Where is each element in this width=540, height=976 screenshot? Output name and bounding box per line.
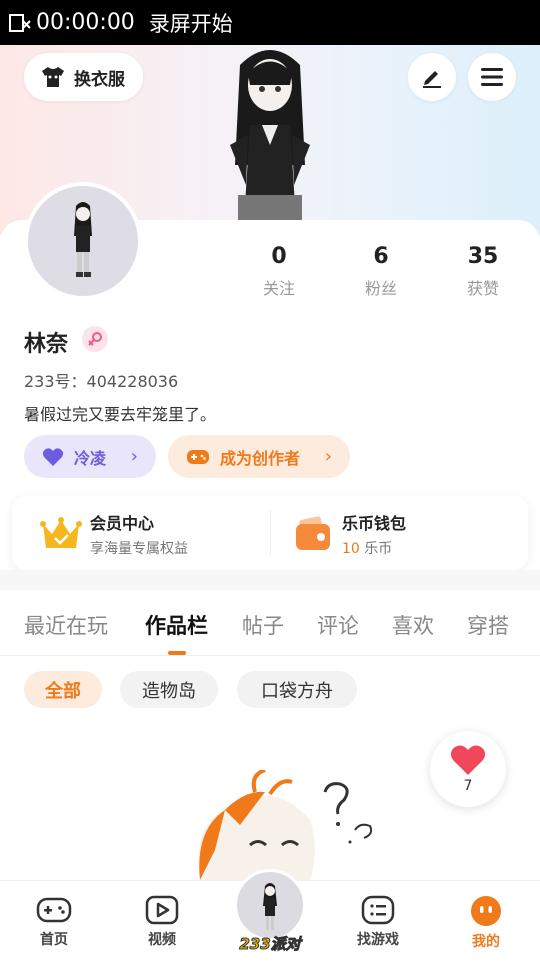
coin-wallet-title: 乐币钱包 [342,514,407,533]
chevron-right-icon: › [324,446,332,467]
smiley-profile-icon [471,896,501,926]
status-bar: 00:00:00 录屏开始 [0,0,540,45]
recording-label: 录屏开始 [148,11,233,36]
stat-likes[interactable]: 35 获赞 [443,244,523,299]
play-video-icon [145,895,179,925]
coin-wallet-entry[interactable]: 乐币钱包 10 乐币 [294,510,406,558]
tag-chip-label: 冷凌 [74,448,107,468]
section-gap [0,570,540,590]
tab-likes[interactable]: 喜欢 [392,610,434,640]
change-outfit-label: 换衣服 [74,69,125,90]
nav-video[interactable]: 视频 [122,895,202,949]
content-tabs: 最近在玩 作品栏 帖子 评论 喜欢 穿搭 [0,590,540,656]
tab-comments[interactable]: 评论 [317,610,359,640]
like-count: 7 [463,778,473,794]
nav-video-label: 视频 [148,932,176,948]
stat-fans-label: 粉丝 [364,279,397,298]
crown-icon [40,517,82,548]
stat-following-value: 0 [271,244,287,269]
nav-home[interactable]: 首页 [14,895,94,949]
nav-find-games[interactable]: 找游戏 [338,895,418,949]
vip-center-entry[interactable]: 会员中心 享海量专属权益 [40,510,188,558]
tab-recently-played[interactable]: 最近在玩 [24,610,108,640]
coin-unit: 乐币 [364,541,393,557]
avatar-figure [263,883,277,930]
stat-likes-value: 35 [467,244,499,269]
nav-party-label[interactable]: 233派对 [235,933,305,954]
subtab-creation-island[interactable]: 造物岛 [120,671,218,708]
vip-title: 会员中心 [90,514,155,533]
female-gender-icon [82,326,108,352]
become-creator-label: 成为创作者 [220,448,301,468]
heart-icon [450,745,486,775]
nav-party-avatar[interactable] [234,869,306,941]
wallet-divider [270,510,271,556]
stat-fans-value: 6 [373,244,389,269]
subtab-all[interactable]: 全部 [24,671,102,708]
list-icon [361,895,395,925]
profile-avatar[interactable] [24,182,142,300]
menu-button[interactable] [468,53,516,101]
tab-outfits[interactable]: 穿搭 [467,610,509,640]
pencil-icon [423,71,441,88]
change-outfit-button[interactable]: 换衣服 [24,53,143,101]
vip-subtitle: 享海量专属权益 [90,541,188,557]
heart-icon [42,447,64,466]
bottom-navigation: 首页 视频 233派对 找游戏 我的 [0,869,540,976]
nav-find-games-label: 找游戏 [357,932,399,948]
tab-posts[interactable]: 帖子 [242,610,284,640]
edit-button[interactable] [408,53,456,101]
become-creator-button[interactable]: 成为创作者 › [168,435,350,478]
subtab-pocket-ark[interactable]: 口袋方舟 [237,671,357,708]
tshirt-icon [42,67,64,87]
nav-home-label: 首页 [40,932,68,948]
profile-name: 林奈 [24,332,69,357]
coin-amount: 10 [342,541,360,557]
recording-time: 00:00:00 [36,10,135,35]
stat-following-label: 关注 [262,279,295,298]
3d-avatar-figure[interactable] [210,45,330,225]
stat-fans[interactable]: 6 粉丝 [341,244,421,299]
tag-chip[interactable]: 冷凌 › [24,435,156,478]
empty-state-mascot [198,770,373,880]
mute-icon [9,13,31,32]
wallet-card: 会员中心 享海量专属权益 乐币钱包 10 乐币 [12,496,528,570]
avatar-figure [74,202,92,277]
profile-uid: 233号：404228036 [24,372,179,391]
chevron-right-icon: › [130,446,138,467]
gamepad-icon [36,897,72,923]
tab-works[interactable]: 作品栏 [145,610,208,640]
nav-mine-label: 我的 [472,934,500,950]
profile-bio: 暑假过完又要去牢笼里了。 [24,405,217,424]
wallet-icon [296,516,330,550]
stat-following[interactable]: 0 关注 [239,244,319,299]
gamepad-icon [187,449,209,464]
nav-mine[interactable]: 我的 [446,895,526,951]
stat-likes-label: 获赞 [466,279,499,298]
like-floating-button[interactable]: 7 [430,731,506,807]
active-tab-indicator [168,651,186,655]
hamburger-menu-icon [481,68,503,86]
